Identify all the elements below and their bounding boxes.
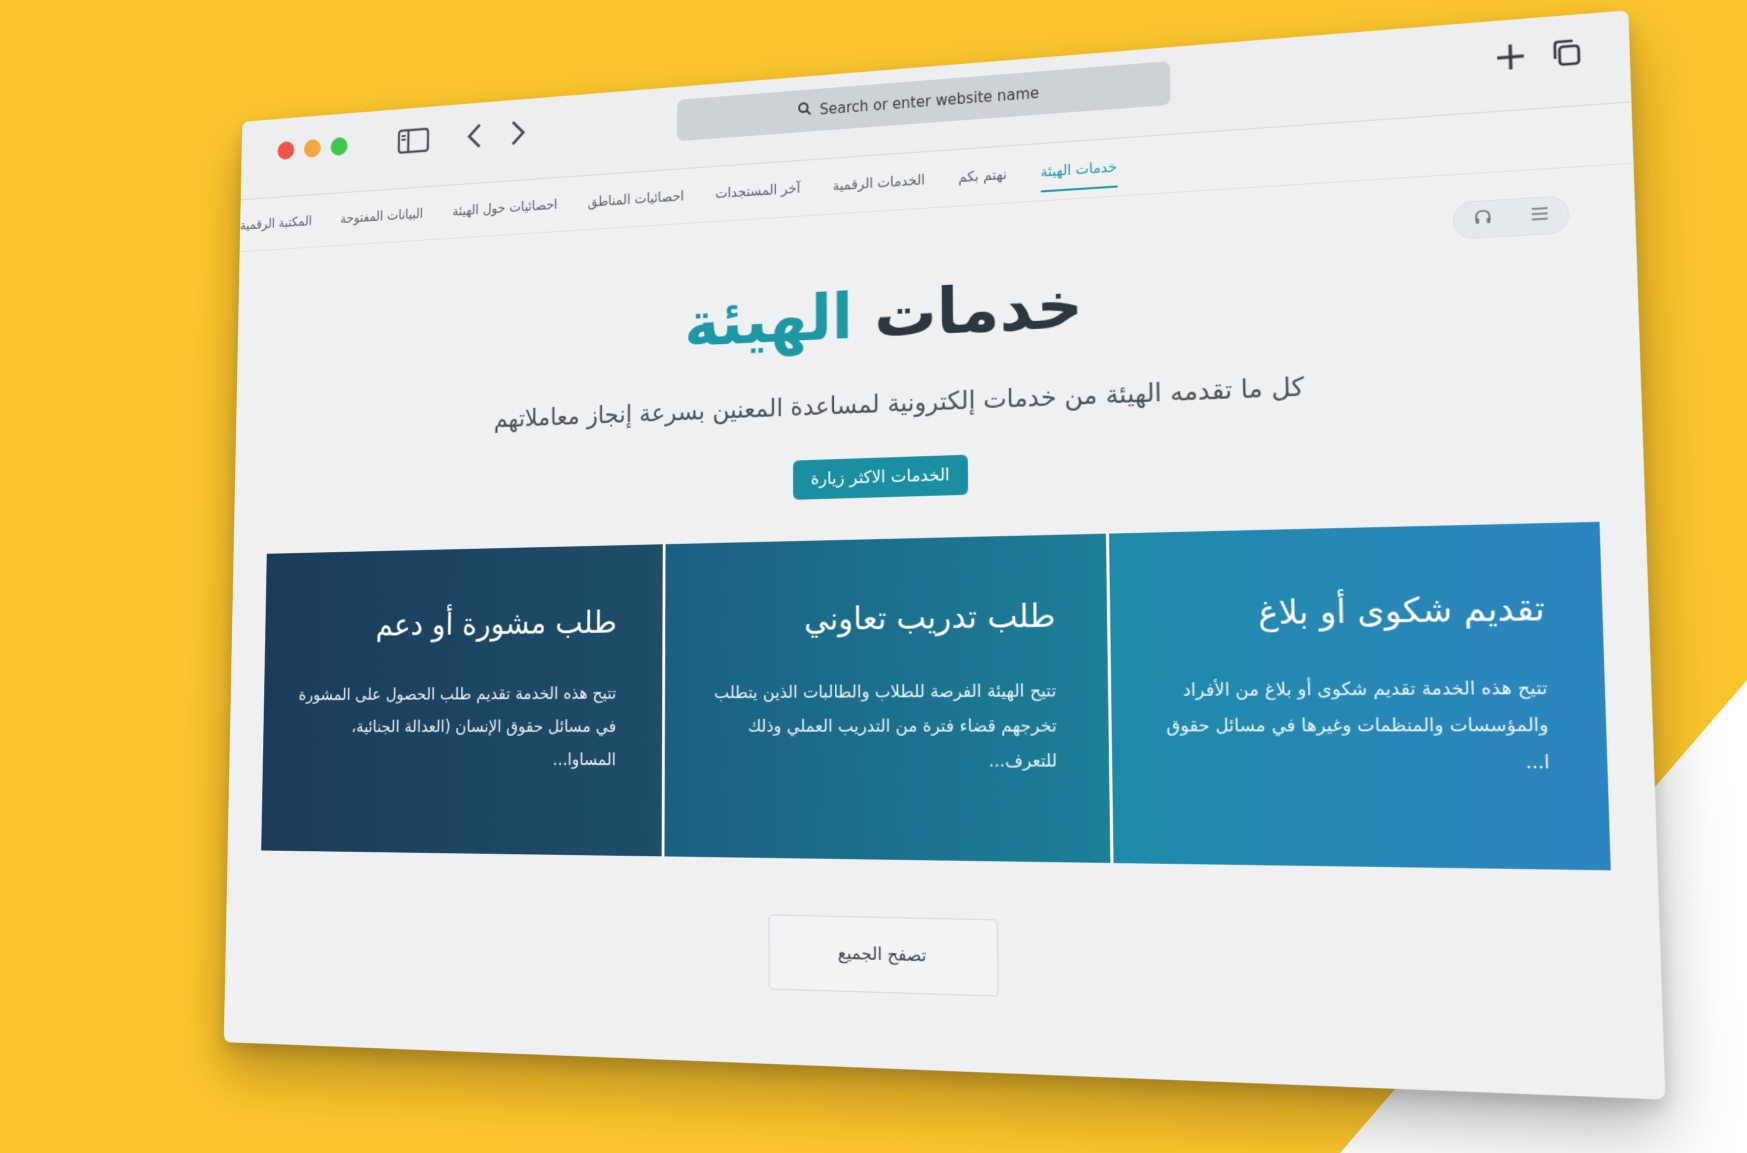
card-title: تقديم شكوى أو بلاغ bbox=[1257, 587, 1546, 633]
window-controls bbox=[277, 136, 348, 161]
back-arrow-icon[interactable] bbox=[461, 120, 487, 151]
service-card-consultation[interactable]: طلب مشورة أو دعم تتيح هذه الخدمة تقديم ط… bbox=[261, 544, 664, 857]
accessibility-tools bbox=[1452, 195, 1570, 240]
nav-item-region-stats[interactable]: احصائيات المناطق bbox=[588, 171, 685, 226]
browser-window: Search or enter website name خدمات الهيئ… bbox=[223, 10, 1666, 1100]
nav-item-authority-stats[interactable]: احصائيات حول الهيئة bbox=[452, 180, 558, 235]
hero-section: خدمات الهيئة كل ما تقدمه الهيئة من خدمات… bbox=[234, 238, 1644, 516]
menu-lines-icon[interactable] bbox=[1530, 206, 1549, 226]
browse-all-button[interactable]: تصفح الجميع bbox=[768, 914, 999, 997]
nav-item-authority-services[interactable]: خدمات الهيئة bbox=[1040, 141, 1117, 198]
card-description: تتيح الهيئة الفرصة للطلاب والطالبات الذي… bbox=[714, 681, 1058, 772]
new-tab-plus-icon[interactable] bbox=[1492, 39, 1528, 75]
service-card-complaint[interactable]: تقديم شكوى أو بلاغ تتيح هذه الخدمة تقديم… bbox=[1105, 521, 1611, 871]
nav-item-digital-library[interactable]: المكتبة الرقمية bbox=[240, 197, 313, 249]
most-visited-services-button[interactable]: الخدمات الاكثر زيارة bbox=[793, 454, 968, 500]
address-placeholder: Search or enter website name bbox=[819, 84, 1040, 119]
close-window-button[interactable] bbox=[277, 140, 295, 161]
browse-all-wrapper: تصفح الجميع bbox=[225, 903, 1663, 1017]
service-cards: تقديم شكوى أو بلاغ تتيح هذه الخدمة تقديم… bbox=[261, 521, 1611, 871]
headphones-icon[interactable] bbox=[1473, 208, 1491, 230]
forward-arrow-icon[interactable] bbox=[505, 117, 532, 149]
service-card-training[interactable]: طلب تدريب تعاوني تتيح الهيئة الفرصة للطل… bbox=[661, 533, 1111, 863]
nav-item-we-care[interactable]: نهتم بكم bbox=[958, 149, 1007, 203]
maximize-window-button[interactable] bbox=[330, 136, 348, 157]
search-icon bbox=[797, 101, 812, 121]
minimize-window-button[interactable] bbox=[303, 138, 321, 159]
nav-item-latest-news[interactable]: آخر المستجدات bbox=[715, 163, 800, 218]
tabs-overview-icon[interactable] bbox=[1548, 35, 1585, 71]
sidebar-toggle-icon[interactable] bbox=[396, 125, 431, 157]
page-title-main: خدمات bbox=[874, 268, 1084, 353]
card-title: طلب تدريب تعاوني bbox=[804, 596, 1056, 638]
page-title: خدمات الهيئة bbox=[237, 238, 1639, 382]
nav-item-open-data[interactable]: البيانات المفتوحة bbox=[340, 190, 424, 243]
page-title-accent: الهيئة bbox=[684, 281, 853, 362]
nav-item-digital-services[interactable]: الخدمات الرقمية bbox=[832, 155, 925, 212]
card-description: تتيح هذه الخدمة تقديم طلب الحصول على الم… bbox=[298, 684, 617, 771]
card-description: تتيح هذه الخدمة تقديم شكوى أو بلاغ من ال… bbox=[1166, 677, 1550, 774]
card-title: طلب مشورة أو دعم bbox=[375, 603, 617, 644]
